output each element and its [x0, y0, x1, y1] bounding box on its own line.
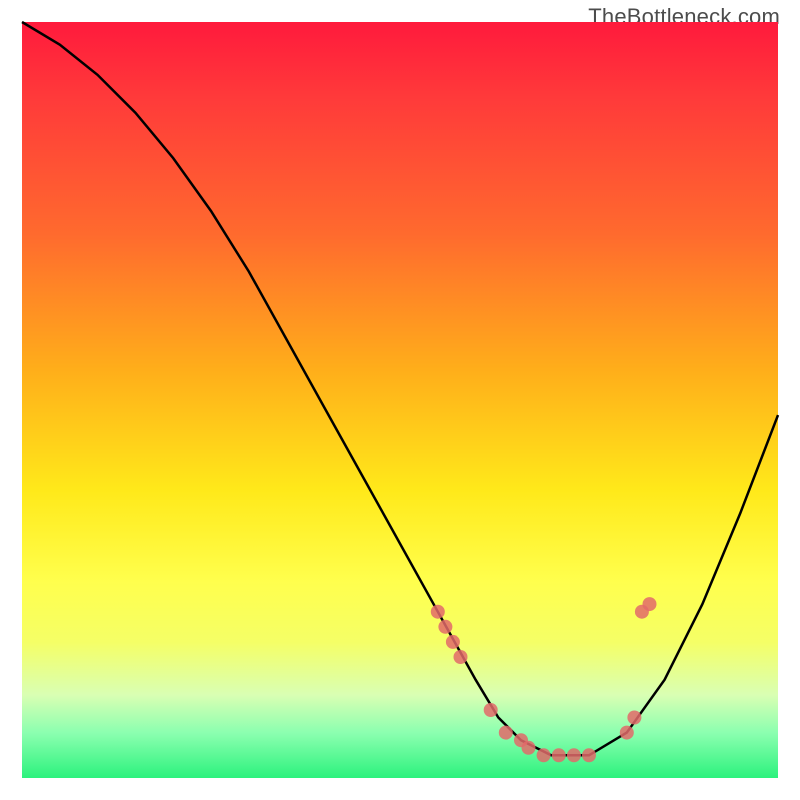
marker-dots: [431, 597, 657, 762]
marker-dot: [552, 748, 566, 762]
marker-dot: [620, 726, 634, 740]
marker-dot: [567, 748, 581, 762]
marker-dot: [431, 605, 445, 619]
marker-dot: [522, 741, 536, 755]
chart-svg: [22, 22, 778, 778]
marker-dot: [582, 748, 596, 762]
marker-dot: [537, 748, 551, 762]
marker-dot: [454, 650, 468, 664]
marker-dot: [438, 620, 452, 634]
plot-area: [22, 22, 778, 778]
chart-stage: TheBottleneck.com: [0, 0, 800, 800]
bottleneck-curve: [22, 22, 778, 755]
marker-dot: [499, 726, 513, 740]
marker-dot: [627, 711, 641, 725]
marker-dot: [643, 597, 657, 611]
marker-dot: [484, 703, 498, 717]
marker-dot: [446, 635, 460, 649]
